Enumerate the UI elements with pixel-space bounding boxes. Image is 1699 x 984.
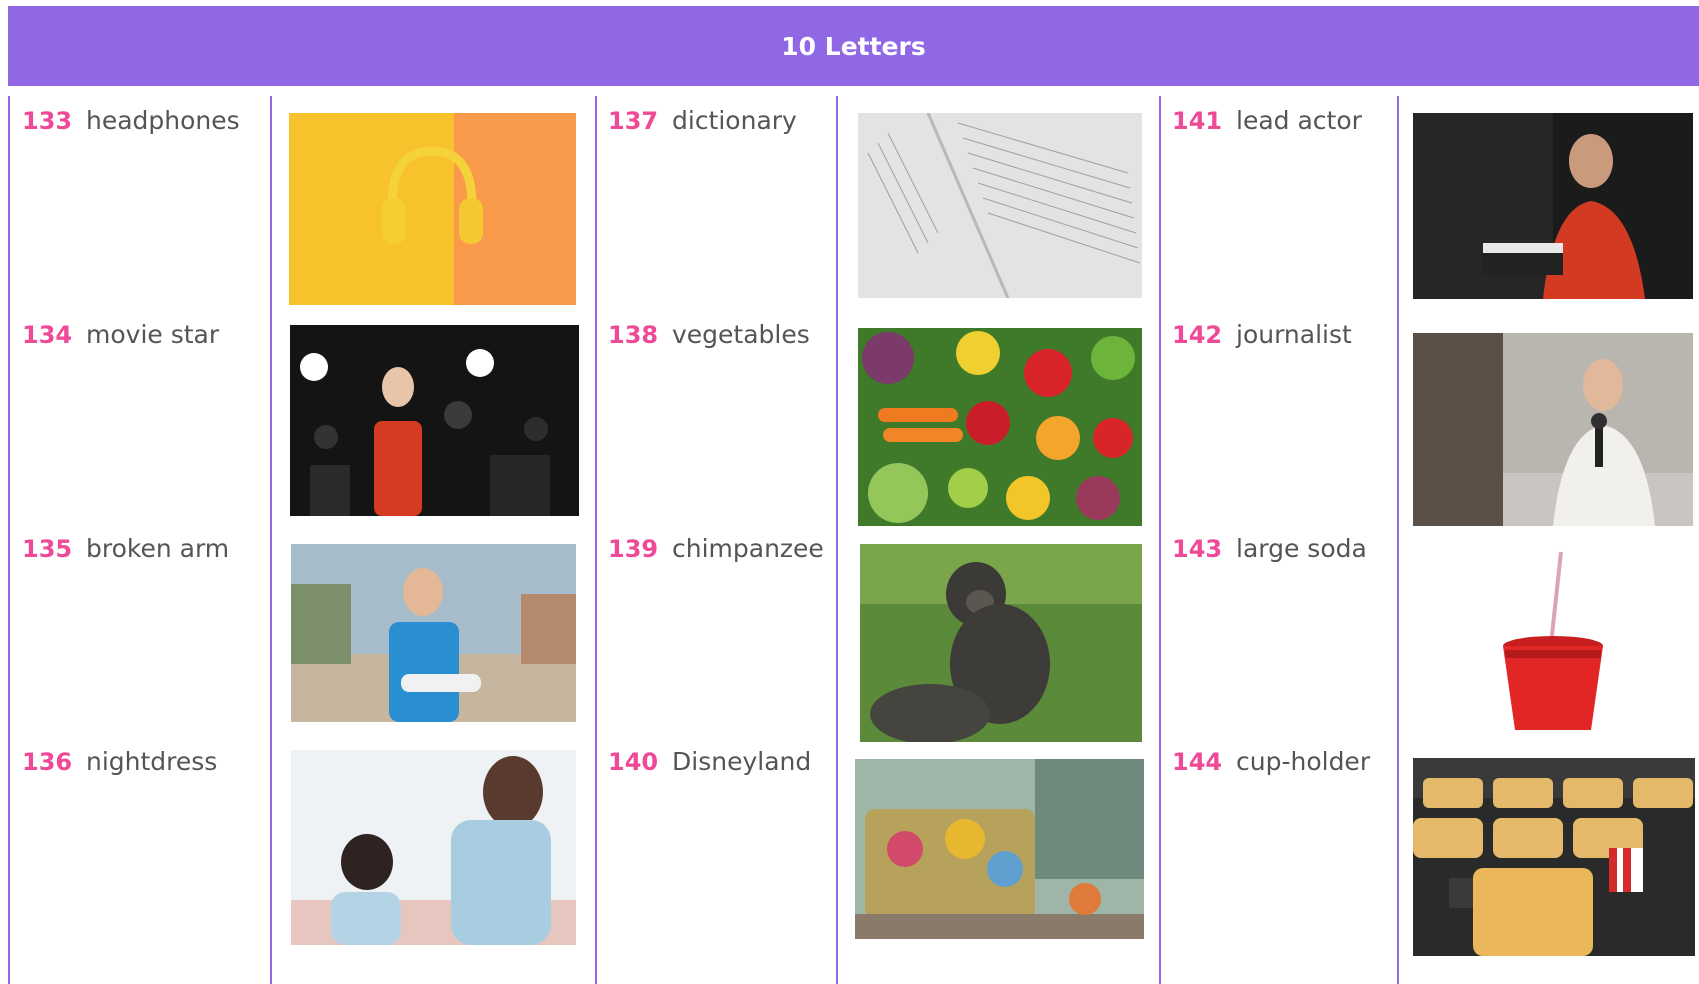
entry-number: 141	[1172, 107, 1223, 135]
entry-word: journalist	[1236, 320, 1352, 349]
entry-word: lead actor	[1236, 106, 1362, 135]
entry-number: 143	[1172, 535, 1223, 563]
entry-number: 135	[22, 535, 73, 563]
entry-number: 137	[608, 107, 659, 135]
vegetables-photo	[858, 328, 1142, 526]
vocabulary-sheet: 10 Letters 133 headphones 134 movie star	[8, 6, 1699, 984]
large-soda-photo	[1413, 544, 1693, 730]
lead-actor-photo	[1413, 113, 1693, 299]
entry-number: 142	[1172, 321, 1223, 349]
entry-word: dictionary	[672, 106, 797, 135]
word-entry: 141 lead actor	[1172, 106, 1362, 135]
entry-word: movie star	[86, 320, 220, 349]
entry-word: chimpanzee	[672, 534, 824, 563]
column-divider	[1159, 96, 1161, 984]
entry-number: 139	[608, 535, 659, 563]
word-entry: 140 Disneyland	[608, 747, 811, 776]
entry-word: cup-holder	[1236, 747, 1371, 776]
column-divider	[8, 96, 10, 984]
movie-star-photo	[290, 325, 579, 516]
entry-word: nightdress	[86, 747, 218, 776]
word-entry: 134 movie star	[22, 320, 219, 349]
section-header: 10 Letters	[8, 6, 1699, 86]
disneyland-photo	[855, 759, 1144, 939]
entry-number: 138	[608, 321, 659, 349]
broken-arm-photo	[291, 544, 576, 722]
dictionary-photo	[858, 113, 1142, 298]
journalist-photo	[1413, 333, 1693, 526]
word-entry: 133 headphones	[22, 106, 240, 135]
headphones-photo	[289, 113, 576, 305]
column-divider	[270, 96, 272, 984]
word-entry: 137 dictionary	[608, 106, 797, 135]
cup-holder-photo	[1413, 758, 1695, 956]
entry-word: Disneyland	[672, 747, 812, 776]
word-entry: 139 chimpanzee	[608, 534, 824, 563]
column-divider	[836, 96, 838, 984]
column-divider	[595, 96, 597, 984]
entry-word: broken arm	[86, 534, 230, 563]
word-entry: 135 broken arm	[22, 534, 229, 563]
chimpanzee-photo	[860, 544, 1142, 742]
entry-number: 134	[22, 321, 73, 349]
entry-number: 133	[22, 107, 73, 135]
entry-number: 140	[608, 748, 659, 776]
section-title: 10 Letters	[781, 31, 926, 61]
entry-word: headphones	[86, 106, 240, 135]
word-entry: 143 large soda	[1172, 534, 1367, 563]
column-divider	[1397, 96, 1399, 984]
word-entry: 138 vegetables	[608, 320, 810, 349]
word-entry: 144 cup-holder	[1172, 747, 1370, 776]
word-entry: 142 journalist	[1172, 320, 1352, 349]
entry-number: 136	[22, 748, 73, 776]
entry-number: 144	[1172, 748, 1223, 776]
nightdress-photo	[291, 750, 576, 945]
entry-word: vegetables	[672, 320, 810, 349]
entry-word: large soda	[1236, 534, 1367, 563]
word-entry: 136 nightdress	[22, 747, 217, 776]
